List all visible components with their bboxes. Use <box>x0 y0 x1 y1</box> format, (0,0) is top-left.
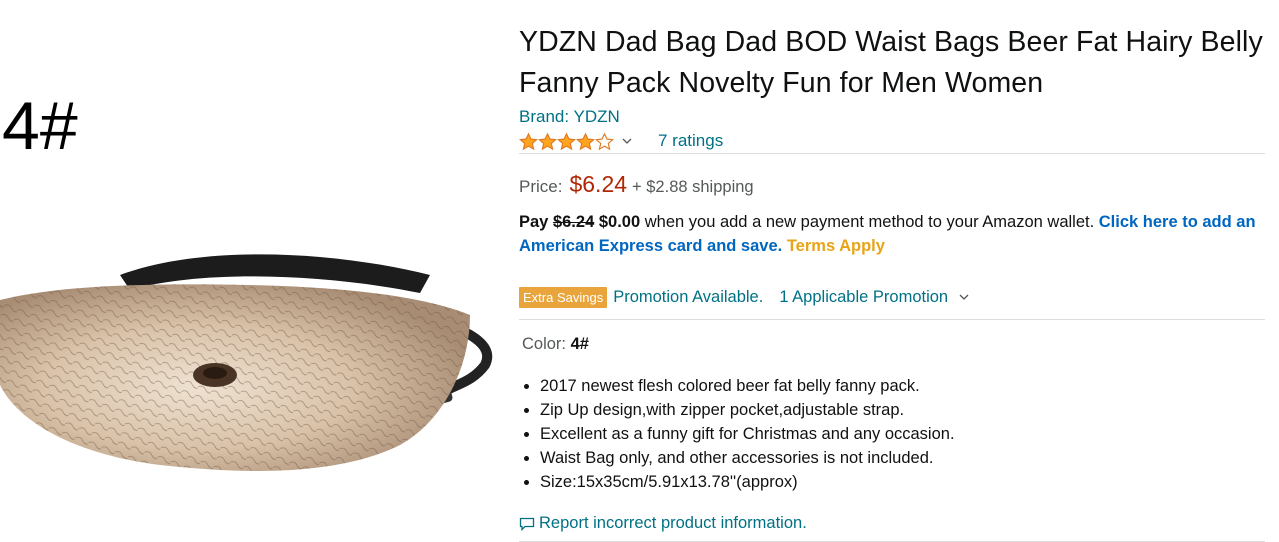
shipping-cost: + $2.88 shipping <box>632 178 754 196</box>
report-incorrect-info-link[interactable]: Report incorrect product information. <box>519 514 1265 533</box>
rating-row: 7 ratings <box>519 129 1265 153</box>
extra-savings-badge: Extra Savings <box>519 286 608 308</box>
wallet-offer-text: when you add a new payment method to you… <box>644 213 1095 231</box>
variant-tag: 4# <box>2 88 78 164</box>
feature-bullets: 2017 newest flesh colored beer fat belly… <box>519 374 1265 494</box>
list-item: 2017 newest flesh colored beer fat belly… <box>540 374 1265 398</box>
list-item: Waist Bag only, and other accessories is… <box>540 446 1265 470</box>
color-label: Color: <box>522 335 567 353</box>
list-item: Excellent as a funny gift for Christmas … <box>540 422 1265 446</box>
list-item: Size:15x35cm/5.91x13.78''(approx) <box>540 470 1265 494</box>
chevron-down-icon[interactable] <box>622 136 632 146</box>
product-image-panel: 4# <box>0 0 505 535</box>
report-label: Report incorrect product information. <box>539 514 807 532</box>
color-value: 4# <box>570 335 589 353</box>
promotion-row: Extra Savings Promotion Available. 1 App… <box>519 285 1265 309</box>
product-title: YDZN Dad Bag Dad BOD Waist Bags Beer Fat… <box>519 26 1263 99</box>
price-value: $6.24 <box>569 171 628 197</box>
wallet-pay-label: Pay <box>519 213 549 231</box>
speech-bubble-icon <box>519 517 535 531</box>
list-item: Zip Up design,with zipper pocket,adjusta… <box>540 398 1265 422</box>
applicable-promotion-link[interactable]: 1 Applicable Promotion <box>779 288 948 307</box>
wallet-old-price: $6.24 <box>552 213 595 231</box>
price-label: Price: <box>519 177 563 196</box>
color-selection: Color: 4# <box>522 335 1265 354</box>
star-empty-icon <box>595 132 614 150</box>
star-filled-icon <box>576 132 595 150</box>
star-filled-icon <box>557 132 576 150</box>
star-rating[interactable] <box>519 132 614 151</box>
brand-link[interactable]: Brand: YDZN <box>519 106 1265 128</box>
terms-apply-link[interactable]: Terms Apply <box>787 237 885 255</box>
divider <box>519 153 1265 154</box>
price-row: Price: $6.24 + $2.88 shipping <box>519 171 1265 198</box>
ratings-count-link[interactable]: 7 ratings <box>658 131 723 151</box>
star-filled-icon <box>519 132 538 150</box>
wallet-new-price: $0.00 <box>598 213 641 231</box>
chevron-down-icon[interactable] <box>959 292 969 302</box>
wallet-offer: Pay $6.24 $0.00 when you add a new payme… <box>519 210 1265 258</box>
product-image[interactable] <box>0 235 505 495</box>
divider <box>519 319 1265 320</box>
product-details: YDZN Dad Bag Dad BOD Waist Bags Beer Fat… <box>519 0 1265 542</box>
star-filled-icon <box>538 132 557 150</box>
promotion-text: Promotion Available. <box>613 287 764 306</box>
